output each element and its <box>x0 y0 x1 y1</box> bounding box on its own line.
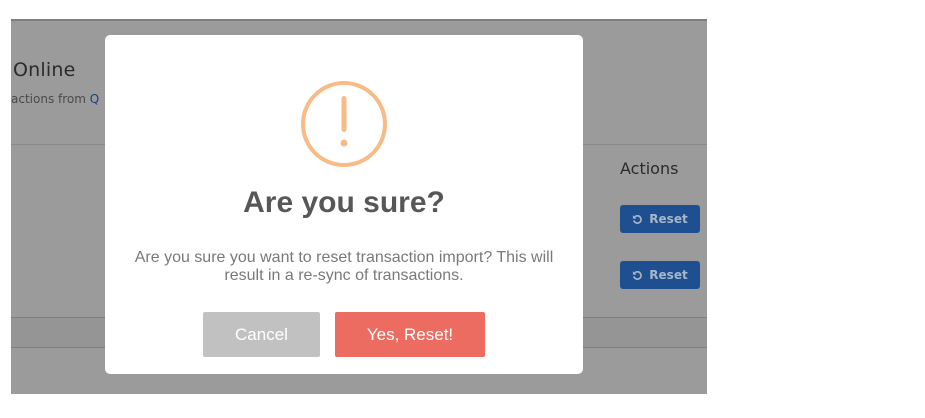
reset-button-label: Reset <box>649 268 688 282</box>
reset-button[interactable]: Reset <box>620 261 700 289</box>
subtitle-link[interactable]: Q <box>90 92 99 106</box>
page-title: Online <box>13 59 76 81</box>
page: Online actions from Q Actions Reset Rese… <box>0 0 925 418</box>
dialog-message: Are you sure you want to reset transacti… <box>134 249 554 284</box>
dialog-title: Are you sure? <box>243 186 445 219</box>
cancel-button[interactable]: Cancel <box>203 312 320 357</box>
subtitle-text: actions from <box>11 92 86 106</box>
reset-button[interactable]: Reset <box>620 205 700 233</box>
undo-icon <box>632 270 643 281</box>
actions-column-header: Actions <box>620 159 679 178</box>
confirm-dialog: Are you sure? Are you sure you want to r… <box>105 35 583 374</box>
undo-icon <box>632 214 643 225</box>
page-subtitle: actions from Q <box>11 92 99 106</box>
top-divider <box>11 19 707 21</box>
reset-button-label: Reset <box>649 212 688 226</box>
warning-exclamation-icon <box>300 80 388 168</box>
confirm-reset-button[interactable]: Yes, Reset! <box>335 312 485 357</box>
